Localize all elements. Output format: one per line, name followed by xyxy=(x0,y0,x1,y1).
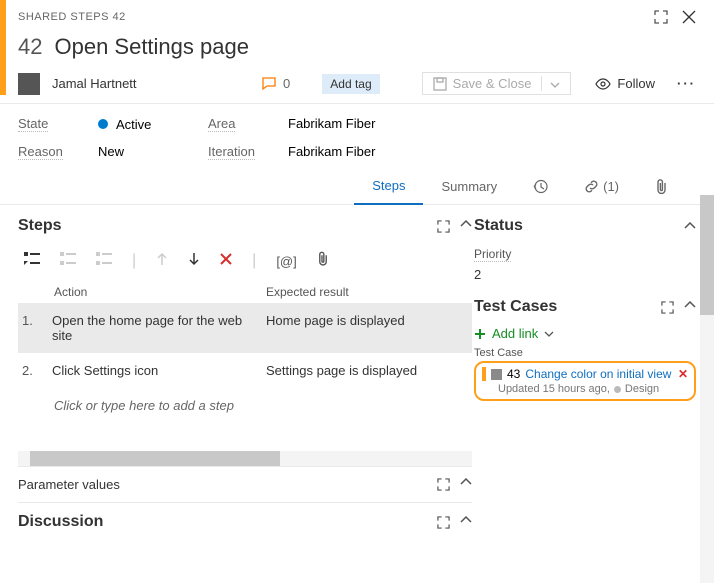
status-heading: Status xyxy=(474,217,523,235)
steps-heading: Steps xyxy=(18,217,62,235)
parameter-values-heading[interactable]: Parameter values xyxy=(18,477,120,492)
area-label: Area xyxy=(208,116,235,132)
horizontal-scrollbar[interactable] xyxy=(18,451,472,466)
remove-link-icon[interactable]: ✕ xyxy=(678,367,688,381)
maximize-icon[interactable] xyxy=(437,478,450,491)
chevron-up-icon[interactable] xyxy=(684,222,696,230)
maximize-icon[interactable] xyxy=(661,301,674,314)
avatar xyxy=(18,73,40,95)
comment-icon xyxy=(261,77,277,91)
iteration-label: Iteration xyxy=(208,144,255,160)
tab-attachments[interactable] xyxy=(637,168,686,204)
insert-shared-icon xyxy=(60,252,76,271)
tab-history[interactable] xyxy=(515,168,566,204)
add-step-placeholder[interactable]: Click or type here to add a step xyxy=(18,388,472,423)
priority-label: Priority xyxy=(474,247,511,262)
chevron-down-icon[interactable] xyxy=(541,76,560,91)
fullscreen-icon[interactable] xyxy=(654,10,668,24)
test-case-label: Test Case xyxy=(474,347,696,359)
priority-value[interactable]: 2 xyxy=(474,267,696,282)
area-value[interactable]: Fabrikam Fiber xyxy=(288,116,696,132)
attach-icon[interactable] xyxy=(317,251,329,271)
move-down-icon[interactable] xyxy=(188,252,200,271)
add-tag-button[interactable]: Add tag xyxy=(322,74,379,94)
maximize-icon[interactable] xyxy=(437,220,450,233)
test-case-type-icon xyxy=(491,369,502,380)
tab-links[interactable]: (1) xyxy=(566,168,637,204)
step-row[interactable]: 2. Click Settings icon Settings page is … xyxy=(18,353,472,388)
create-shared-icon xyxy=(96,252,112,271)
chevron-down-icon xyxy=(544,331,554,337)
state-value[interactable]: Active xyxy=(98,116,208,132)
test-case-color-bar xyxy=(482,367,486,381)
discussion-count[interactable]: 0 xyxy=(261,76,290,91)
step-row[interactable]: 1. Open the home page for the web site H… xyxy=(18,303,472,353)
state-dot-icon xyxy=(614,386,621,393)
maximize-icon[interactable] xyxy=(437,516,450,529)
chevron-up-icon[interactable] xyxy=(460,478,472,486)
save-close-button[interactable]: Save & Close xyxy=(422,72,572,95)
link-icon xyxy=(584,179,599,194)
reason-label: Reason xyxy=(18,144,63,160)
delete-step-icon[interactable] xyxy=(220,252,232,270)
vertical-scrollbar[interactable] xyxy=(700,195,714,583)
close-icon[interactable] xyxy=(682,10,696,24)
iteration-value[interactable]: Fabrikam Fiber xyxy=(288,144,696,160)
tab-summary[interactable]: Summary xyxy=(423,168,515,204)
linked-test-case[interactable]: 43 Change color on initial view ✕ Update… xyxy=(474,361,696,401)
insert-step-icon[interactable] xyxy=(24,252,40,271)
assignee-name[interactable]: Jamal Hartnett xyxy=(52,76,137,91)
state-label: State xyxy=(18,116,48,132)
attachment-icon xyxy=(655,179,668,194)
eye-icon xyxy=(595,78,611,90)
work-item-id: 42 xyxy=(18,34,42,60)
reason-value[interactable]: New xyxy=(98,144,208,160)
save-icon xyxy=(433,77,447,91)
column-expected: Expected result xyxy=(260,285,472,299)
insert-param-icon[interactable]: [@] xyxy=(276,254,296,269)
follow-button[interactable]: Follow xyxy=(595,76,655,91)
work-item-type-label: SHARED STEPS 42 xyxy=(18,11,126,23)
tab-steps[interactable]: Steps xyxy=(354,168,423,205)
chevron-up-icon[interactable] xyxy=(684,301,696,309)
discussion-heading: Discussion xyxy=(18,513,103,531)
plus-icon xyxy=(474,328,486,340)
column-action: Action xyxy=(48,285,260,299)
chevron-up-icon[interactable] xyxy=(460,220,472,228)
work-item-title[interactable]: Open Settings page xyxy=(54,34,248,60)
chevron-up-icon[interactable] xyxy=(460,516,472,524)
test-case-link[interactable]: Change color on initial view xyxy=(525,367,671,381)
move-up-icon xyxy=(156,252,168,271)
add-link-button[interactable]: Add link xyxy=(474,326,696,341)
history-icon xyxy=(533,179,548,194)
more-actions-button[interactable]: ··· xyxy=(677,76,696,91)
test-cases-heading: Test Cases xyxy=(474,298,557,316)
